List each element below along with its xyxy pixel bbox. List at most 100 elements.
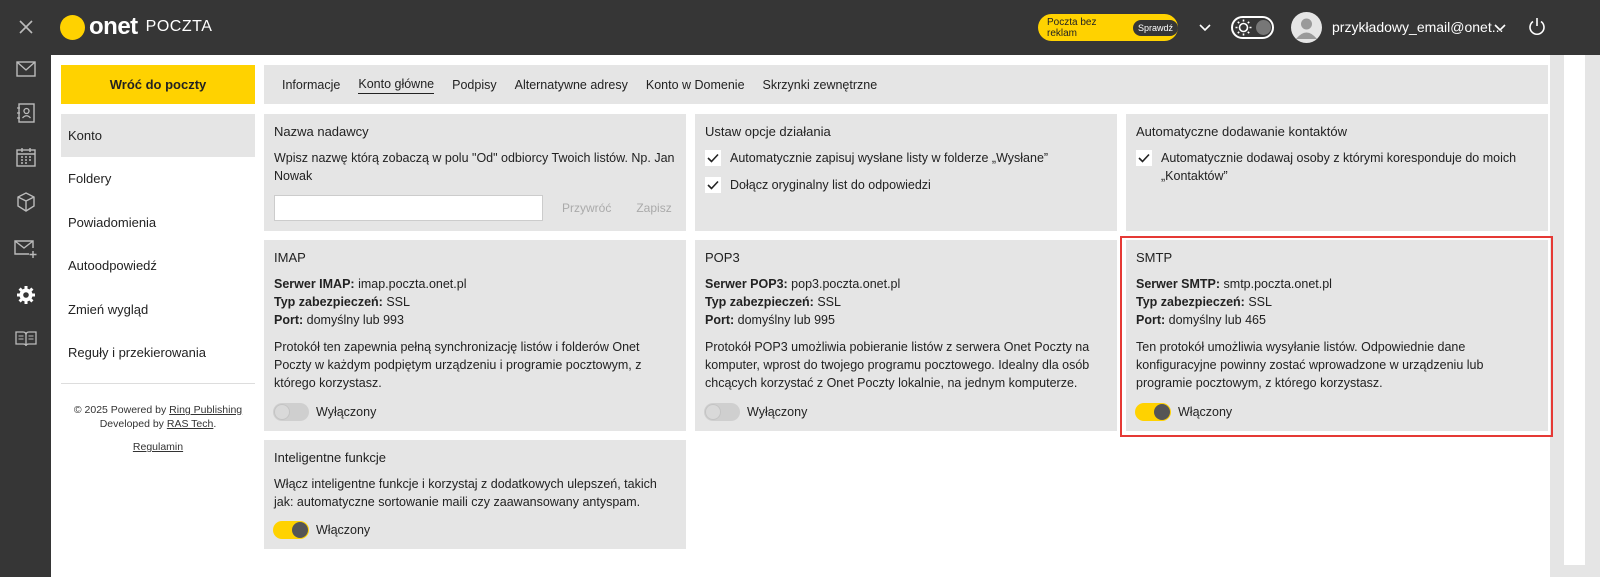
smart-features-description: Włącz inteligentne funkcje i korzystaj z… [274, 477, 657, 509]
pop3-title: POP3 [705, 250, 740, 265]
theme-toggle[interactable] [1231, 16, 1274, 39]
save-sent-checkbox[interactable]: Automatycznie zapisuj wysłane listy w fo… [705, 149, 1107, 167]
moon-icon [1256, 20, 1271, 35]
tab-alternative-addresses[interactable]: Alternatywne adresy [515, 76, 628, 94]
ring-publishing-link[interactable]: Ring Publishing [169, 404, 242, 416]
imap-title: IMAP [274, 250, 306, 265]
logo-brand: onet [89, 13, 138, 40]
imap-toggle-switch[interactable] [273, 403, 309, 421]
pop3-security-value: SSL [817, 295, 841, 309]
adfree-promo-button[interactable]: Poczta bez reklam Sprawdź [1038, 14, 1178, 41]
pop3-status: Wyłączony [747, 405, 808, 419]
pop3-server-label: Serwer POP3: [705, 277, 788, 291]
auto-contacts-checkbox[interactable]: Automatycznie dodawaj osoby z którymi ko… [1136, 149, 1538, 185]
imap-server-value: imap.poczta.onet.pl [358, 277, 467, 291]
smart-features-title: Inteligentne funkcje [274, 450, 387, 465]
account-email[interactable]: przykładowy_email@onet... [1332, 19, 1503, 35]
pop3-port-label: Port: [705, 313, 735, 327]
smart-features-toggle[interactable]: Włączony [273, 521, 370, 539]
imap-security-label: Typ zabezpieczeń: [274, 295, 383, 309]
smtp-title: SMTP [1136, 250, 1173, 265]
tab-main-account[interactable]: Konto główne [358, 75, 435, 94]
smtp-toggle-switch[interactable] [1135, 403, 1171, 421]
onet-logo[interactable]: onet POCZTA [60, 13, 212, 41]
sidebar-item-folders[interactable]: Foldery [61, 157, 255, 200]
back-to-mail-button[interactable]: Wróć do poczty [61, 65, 255, 104]
sidebar-item-appearance[interactable]: Zmień wygląd [61, 288, 255, 331]
adfree-check-button[interactable]: Sprawdź [1132, 19, 1178, 36]
checkmark-icon [705, 150, 721, 166]
sidebar-divider [61, 383, 255, 384]
attach-original-checkbox[interactable]: Dołącz oryginalny list do odpowiedzi [705, 176, 1107, 194]
action-options-card: Ustaw opcje działania Automatycznie zapi… [695, 114, 1117, 231]
sender-name-input[interactable] [274, 195, 543, 221]
close-icon[interactable] [0, 5, 51, 49]
smart-features-status: Włączony [316, 523, 371, 537]
save-sent-label: Automatycznie zapisuj wysłane listy w fo… [730, 151, 1049, 165]
scrollbar[interactable] [1550, 55, 1600, 577]
tab-info[interactable]: Informacje [282, 76, 340, 94]
contacts-icon[interactable] [0, 91, 51, 135]
smtp-card: SMTP Serwer SMTP: smtp.poczta.onet.pl Ty… [1126, 240, 1548, 431]
settings-tabs: Informacje Konto główne Podpisy Alternat… [264, 65, 1548, 104]
smtp-security-value: SSL [1248, 295, 1272, 309]
footer-powered: © 2025 Powered by [73, 404, 167, 416]
sender-name-description: Wpisz nazwę którą zobaczą w polu "Od" od… [274, 151, 675, 183]
imap-card: IMAP Serwer IMAP: imap.poczta.onet.pl Ty… [264, 240, 686, 431]
smtp-toggle[interactable]: Włączony [1135, 403, 1232, 421]
settings-icon[interactable] [0, 273, 51, 317]
sidebar-item-autoreply[interactable]: Autoodpowiedź [61, 244, 255, 287]
logo-dot [60, 14, 85, 40]
ras-tech-link[interactable]: RAS Tech [167, 418, 214, 430]
chevron-down-icon[interactable] [1199, 20, 1211, 35]
pop3-server-value: pop3.poczta.onet.pl [791, 277, 901, 291]
auto-contacts-title: Automatyczne dodawanie kontaktów [1136, 124, 1348, 139]
sidebar-footer: © 2025 Powered by Ring Publishing Develo… [73, 404, 243, 454]
logout-power-icon[interactable] [1528, 17, 1546, 39]
pop3-card: POP3 Serwer POP3: pop3.poczta.onet.pl Ty… [695, 240, 1117, 431]
checkmark-icon [705, 177, 721, 193]
account-chevron-down-icon[interactable] [1494, 20, 1506, 35]
tab-external-mailboxes[interactable]: Skrzynki zewnętrzne [763, 76, 878, 94]
imap-status: Wyłączony [316, 405, 377, 419]
smtp-security-label: Typ zabezpieczeń: [1136, 295, 1245, 309]
pop3-port-value: domyślny lub 995 [737, 313, 835, 327]
auto-contacts-card: Automatyczne dodawanie kontaktów Automat… [1126, 114, 1548, 231]
sidebar-item-account[interactable]: Konto [61, 114, 255, 157]
top-bar: onet POCZTA Poczta bez reklam Sprawdź pr… [51, 0, 1600, 55]
checkmark-icon [1136, 150, 1152, 166]
imap-security-value: SSL [386, 295, 410, 309]
sidebar-item-notifications[interactable]: Powiadomienia [61, 201, 255, 244]
tab-signatures[interactable]: Podpisy [452, 76, 496, 94]
pop3-toggle[interactable]: Wyłączony [704, 403, 807, 421]
smtp-port-value: domyślny lub 465 [1168, 313, 1266, 327]
smart-features-toggle-switch[interactable] [273, 521, 309, 539]
mail-add-icon[interactable] [0, 227, 51, 271]
restore-button[interactable]: Przywróć [562, 201, 611, 215]
smtp-server-value: smtp.poczta.onet.pl [1223, 277, 1332, 291]
terms-link[interactable]: Regulamin [133, 440, 183, 454]
smtp-description: Ten protokół umożliwia wysyłanie listów.… [1136, 340, 1484, 390]
smtp-status: Włączony [1178, 405, 1233, 419]
pop3-security-label: Typ zabezpieczeń: [705, 295, 814, 309]
imap-toggle[interactable]: Wyłączony [273, 403, 376, 421]
save-button[interactable]: Zapisz [636, 201, 671, 215]
scrollbar-thumb[interactable] [1564, 55, 1585, 565]
sidebar-item-rules[interactable]: Reguły i przekierowania [61, 331, 255, 374]
avatar[interactable] [1291, 12, 1322, 43]
smart-features-card: Inteligentne funkcje Włącz inteligentne … [264, 440, 686, 549]
sun-icon [1235, 19, 1252, 39]
box-icon[interactable] [0, 180, 51, 224]
imap-port-label: Port: [274, 313, 304, 327]
calendar-icon[interactable] [0, 135, 51, 179]
imap-description: Protokół ten zapewnia pełną synchronizac… [274, 340, 642, 390]
mail-icon[interactable] [0, 47, 51, 91]
smtp-port-label: Port: [1136, 313, 1166, 327]
action-options-title: Ustaw opcje działania [705, 124, 831, 139]
adfree-label: Poczta bez reklam [1047, 16, 1097, 39]
imap-server-label: Serwer IMAP: [274, 277, 355, 291]
book-icon[interactable] [0, 317, 51, 361]
pop3-toggle-switch[interactable] [704, 403, 740, 421]
tab-domain-account[interactable]: Konto w Domenie [646, 76, 745, 94]
sender-name-card: Nazwa nadawcy Wpisz nazwę którą zobaczą … [264, 114, 686, 231]
